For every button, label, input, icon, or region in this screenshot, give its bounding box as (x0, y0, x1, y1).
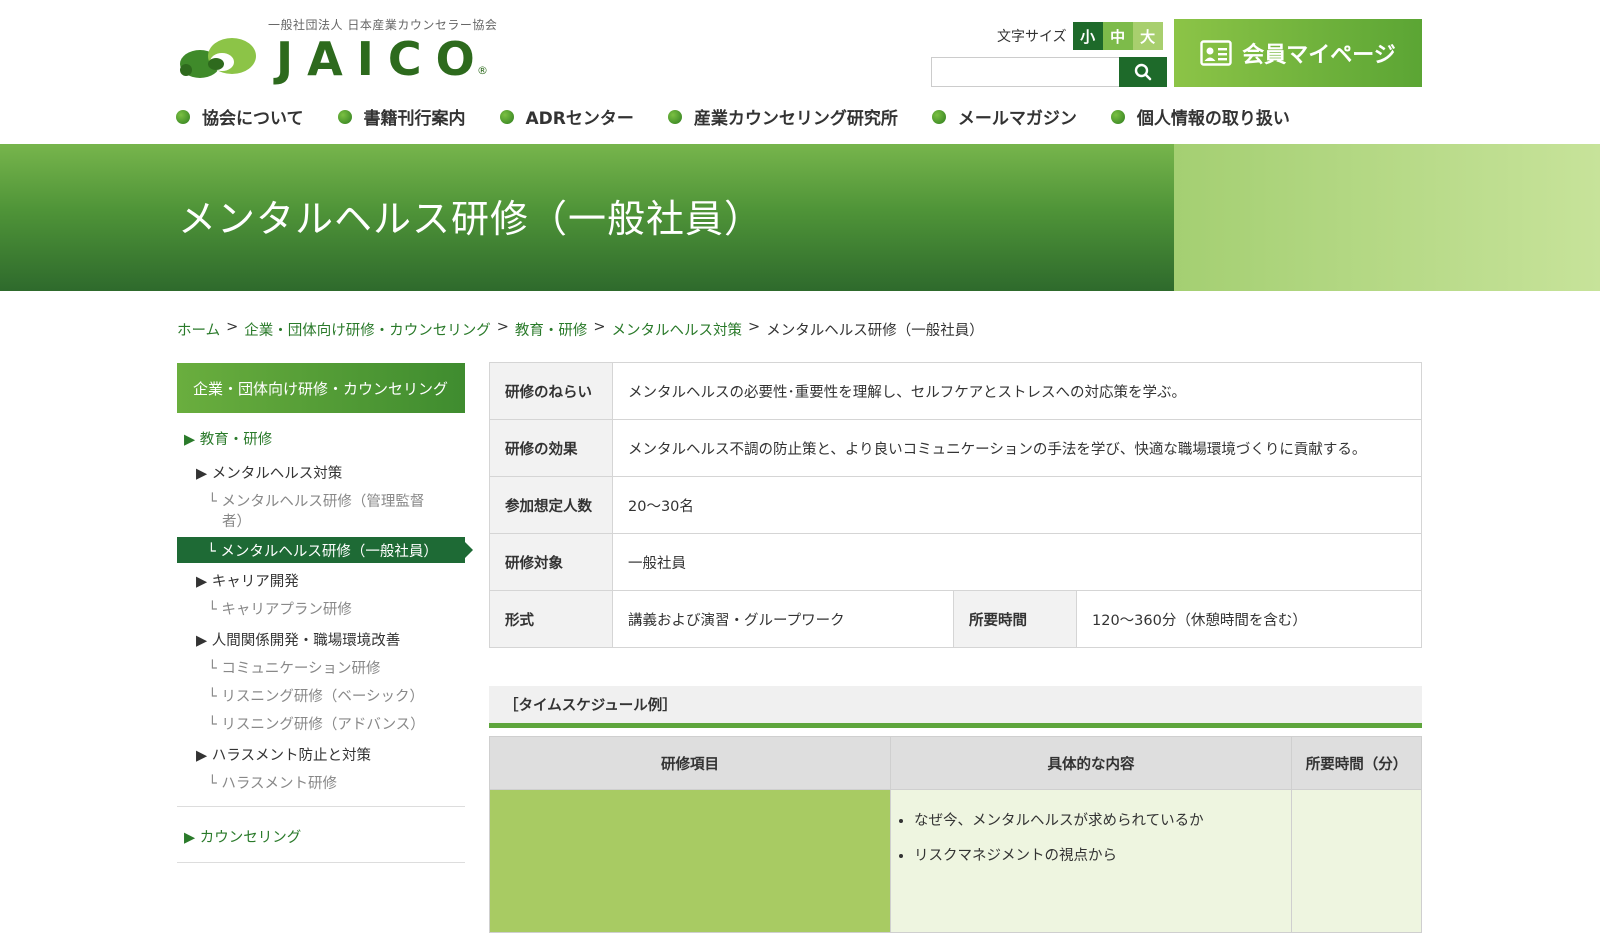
registered-mark: ® (477, 64, 488, 77)
sidebar-heading[interactable]: 企業・団体向け研修・カウンセリング (177, 363, 465, 413)
bullet-icon (667, 109, 682, 124)
gnav-label: ADRセンター (525, 109, 634, 129)
breadcrumb: ホーム > 企業・団体向け研修・カウンセリング > 教育・研修 > メンタルヘル… (177, 319, 984, 340)
page-title: メンタルヘルス研修（一般社員） (178, 197, 764, 241)
sidebar-item-education[interactable]: ▶ 教育・研修 (184, 428, 272, 449)
font-size-medium-button[interactable]: 中 (1102, 22, 1133, 50)
sidebar-item-relations[interactable]: ▶ 人間関係開発・職場環境改善 (196, 629, 400, 650)
sidebar-item-mental[interactable]: ▶ メンタルヘルス対策 (196, 462, 342, 483)
breadcrumb-education[interactable]: 教育・研修 (515, 319, 588, 340)
list-item: リスクマネジメントの視点から (914, 844, 1290, 865)
gnav-item-books[interactable]: 書籍刊行案内 (337, 104, 466, 129)
schedule-cell-minutes (1291, 789, 1422, 933)
gnav-item-research[interactable]: 産業カウンセリング研究所 (667, 104, 898, 129)
search-input[interactable] (931, 57, 1120, 87)
sidebar-item-career-plan[interactable]: └ キャリアプラン研修 (208, 598, 352, 619)
bullet-icon (337, 109, 352, 124)
breadcrumb-separator: > (593, 319, 606, 335)
breadcrumb-mental[interactable]: メンタルヘルス対策 (612, 319, 743, 340)
bullet-icon (176, 109, 190, 124)
bullet-icon (499, 109, 514, 124)
table-row: 研修の効果 メンタルヘルス不調の防止策と、より良いコミュニケーションの手法を学び… (489, 419, 1422, 477)
target-value: 一般社員 (612, 533, 1422, 591)
bullet-icon (931, 109, 946, 124)
table-row: なぜ今、メンタルヘルスが求められているか リスクマネジメントの視点から (489, 789, 1422, 933)
gnav-item-privacy[interactable]: 個人情報の取り扱い (1110, 104, 1290, 129)
table-row: 研修のねらい メンタルヘルスの必要性･重要性を理解し、セルフケアとストレスへの対… (489, 362, 1422, 420)
font-size-large-button[interactable]: 大 (1132, 22, 1163, 50)
breadcrumb-separator: > (748, 319, 761, 335)
sidebar-item-mental-mgmt-cont[interactable]: 者） (222, 510, 251, 531)
target-label: 研修対象 (489, 533, 613, 591)
gnav-label: 個人情報の取り扱い (1136, 109, 1290, 129)
duration-label: 所要時間 (953, 590, 1077, 648)
gnav-item-mailmagazine[interactable]: メールマガジン (931, 104, 1077, 129)
gnav-label: メールマガジン (957, 109, 1077, 129)
gnav-item-adr[interactable]: ADRセンター (499, 104, 634, 129)
breadcrumb-corporate[interactable]: 企業・団体向け研修・カウンセリング (244, 319, 491, 340)
table-row: 研修対象 一般社員 (489, 533, 1422, 591)
schedule-cell-item (489, 789, 891, 933)
schedule-title-underline (489, 723, 1422, 728)
format-value: 講義および演習・グループワーク (612, 590, 954, 648)
site-search (931, 57, 1167, 87)
participants-label: 参加想定人数 (489, 476, 613, 534)
breadcrumb-home[interactable]: ホーム (177, 319, 220, 340)
sidebar-divider (177, 862, 465, 863)
sidebar-item-harassment-train[interactable]: └ ハラスメント研修 (208, 772, 337, 793)
member-mypage-label: 会員マイページ (1242, 43, 1396, 68)
effect-value: メンタルヘルス不調の防止策と、より良いコミュニケーションの手法を学び、快適な職場… (612, 419, 1422, 477)
table-row: 参加想定人数 20～30名 (489, 476, 1422, 534)
search-icon (1134, 63, 1152, 81)
gnav-label: 産業カウンセリング研究所 (693, 109, 898, 129)
duration-value: 120～360分（休憩時間を含む） (1076, 590, 1422, 648)
jaico-logo-text[interactable]: JAICO (276, 32, 489, 86)
sidebar-item-listening-basic[interactable]: └ リスニング研修（ベーシック） (208, 685, 424, 706)
font-size-label: 文字サイズ (997, 29, 1067, 45)
sidebar-divider (177, 806, 465, 807)
schedule-title: ［タイムスケジュール例］ (489, 686, 1422, 723)
font-size-small-button[interactable]: 小 (1072, 22, 1103, 50)
breadcrumb-current: メンタルヘルス研修（一般社員） (766, 323, 984, 339)
sidebar-item-mental-mgmt[interactable]: └ メンタルヘルス研修（管理監督 (208, 490, 424, 511)
table-row: 形式 講義および演習・グループワーク 所要時間 120～360分（休憩時間を含む… (489, 590, 1422, 648)
breadcrumb-separator: > (226, 319, 239, 335)
schedule-cell-content: なぜ今、メンタルヘルスが求められているか リスクマネジメントの視点から (890, 789, 1292, 933)
sidebar-item-listening-adv[interactable]: └ リスニング研修（アドバンス） (208, 713, 425, 734)
sidebar-item-career[interactable]: ▶ キャリア開発 (196, 570, 299, 591)
list-item: なぜ今、メンタルヘルスが求められているか (914, 809, 1290, 830)
training-info-table: 研修のねらい メンタルヘルスの必要性･重要性を理解し、セルフケアとストレスへの対… (489, 362, 1422, 648)
gnav-label: 協会について (202, 109, 304, 129)
member-card-icon (1200, 40, 1232, 66)
schedule-content-list: なぜ今、メンタルヘルスが求められているか リスクマネジメントの視点から (914, 809, 1290, 865)
sidebar-item-mental-general[interactable]: └ メンタルヘルス研修（一般社員） (177, 537, 473, 563)
search-button[interactable] (1119, 57, 1167, 87)
page: 一般社団法人 日本産業カウンセラー協会 JAICO ® 文字サイズ 小 中 大 (0, 0, 1600, 933)
schedule-header-minutes: 所要時間（分） (1291, 736, 1422, 790)
aim-value: メンタルヘルスの必要性･重要性を理解し、セルフケアとストレスへの対応策を学ぶ。 (612, 362, 1422, 420)
bullet-icon (1110, 109, 1125, 124)
schedule-header-content: 具体的な内容 (890, 736, 1292, 790)
hero-banner-accent (1174, 144, 1600, 291)
schedule-header-item: 研修項目 (489, 736, 891, 790)
global-nav: 協会について 書籍刊行案内 ADRセンター 産業カウンセリング研究所 メールマガ… (176, 104, 1324, 129)
org-subtitle: 一般社団法人 日本産業カウンセラー協会 (268, 18, 498, 32)
gnav-label: 書籍刊行案内 (363, 109, 466, 129)
table-header-row: 研修項目 具体的な内容 所要時間（分） (489, 736, 1422, 790)
gnav-item-about[interactable]: 協会について (176, 104, 304, 129)
effect-label: 研修の効果 (489, 419, 613, 477)
format-label: 形式 (489, 590, 613, 648)
sidebar-item-counseling[interactable]: ▶ カウンセリング (184, 826, 301, 847)
sidebar-item-communication[interactable]: └ コミュニケーション研修 (208, 657, 381, 678)
font-size-switcher: 文字サイズ 小 中 大 (997, 22, 1163, 50)
member-mypage-button[interactable]: 会員マイページ (1174, 19, 1422, 87)
jaico-logo-mark-icon[interactable] (176, 30, 262, 86)
breadcrumb-separator: > (496, 319, 509, 335)
participants-value: 20～30名 (612, 476, 1422, 534)
schedule-table: 研修項目 具体的な内容 所要時間（分） なぜ今、メンタルヘルスが求められているか… (489, 736, 1422, 933)
sidebar-item-harassment[interactable]: ▶ ハラスメント防止と対策 (196, 744, 371, 765)
aim-label: 研修のねらい (489, 362, 613, 420)
